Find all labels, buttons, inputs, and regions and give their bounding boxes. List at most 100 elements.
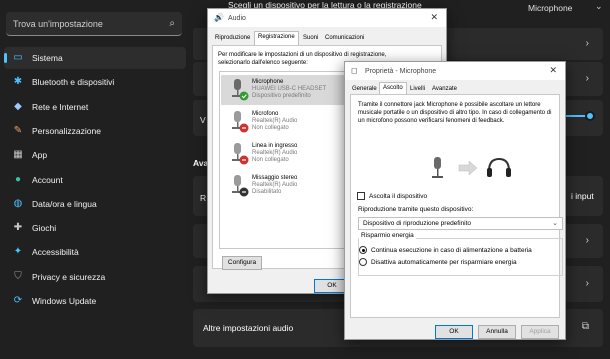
radio-disable[interactable]: Disattiva automaticamente per risparmiar… (359, 258, 517, 266)
sidebar-item-label: Personalizzazione (32, 125, 101, 136)
audio-dialog-titlebar[interactable]: 🔊 Audio ✕ (208, 9, 446, 27)
chevron-right-icon: › (585, 235, 589, 246)
sidebar-item-label: App (32, 150, 48, 161)
device-item[interactable]: Missaggio stereo Realtek(R) Audio Disabili… (221, 171, 360, 201)
energy-title: Risparmio energia (359, 232, 416, 239)
speaker-icon: 🔊 (214, 13, 224, 22)
cancel-button[interactable]: Annulla (478, 325, 516, 339)
sidebar-item-label: Data/ora e lingua (32, 198, 97, 209)
listen-checkbox-label: Ascolta il dispositivo (369, 192, 428, 200)
properties-dialog: ◻ Proprietà - Microphone ✕ Generale Ascol… (344, 61, 566, 340)
selected-input-device[interactable]: Microphone (528, 3, 572, 13)
advanced-section-heading: Ava (193, 158, 209, 168)
sidebar-item-label: Accessibilità (32, 247, 79, 258)
microphone-icon (232, 175, 249, 197)
properties-title: Proprietà - Microphone (365, 67, 437, 75)
device-item[interactable]: Microfono Realtek(R) Audio Non collegato (221, 107, 360, 137)
sidebar-item-label: Rete e Internet (32, 101, 89, 112)
tab-registrazione[interactable]: Registrazione (254, 31, 299, 45)
chevron-right-icon: › (585, 278, 589, 289)
sidebar-item-label: Privacy e sicurezza (32, 271, 106, 282)
wifi-icon: ◆ (14, 100, 22, 112)
sidebar-item-personalizzazione[interactable]: ✎ Personalizzazione (4, 120, 186, 142)
check-badge-icon (239, 91, 249, 101)
radio-disable-label: Disattiva automaticamente per risparmiar… (371, 258, 517, 266)
globe-icon: ◍ (13, 197, 23, 209)
altre-impostazioni-label[interactable]: Altre impostazioni audio (203, 323, 293, 333)
search-placeholder: Trova un'impostazione (13, 19, 103, 29)
listen-checkbox[interactable]: Ascolta il dispositivo (357, 192, 427, 200)
pen-icon: ✎ (13, 124, 23, 136)
device-status: Dispositivo predefinito (252, 93, 311, 99)
sidebar-item-bluetooth-e-dispositivi[interactable]: ✱ Bluetooth e dispositivi (4, 71, 186, 93)
device-item[interactable]: Linea in ingresso Realtek(R) Audio Non col… (221, 139, 360, 169)
accessibility-icon: ✦ (13, 246, 23, 258)
device-status: Non collegato (252, 157, 289, 163)
sidebar-item-accessibilit[interactable]: ✦ Accessibilità (4, 241, 186, 263)
search-input[interactable]: Trova un'impostazione ⌕ (6, 12, 182, 36)
update-icon: ⟳ (13, 295, 23, 306)
apps-icon: ▦ (13, 149, 23, 161)
input-link[interactable]: i input (571, 191, 594, 201)
radio-button[interactable] (359, 246, 367, 254)
energy-groupbox (358, 238, 563, 276)
row-r-label: R (200, 193, 207, 203)
playback-device-label: Riproduzione tramite questo dispositivo: (358, 206, 474, 213)
listen-illustration (432, 157, 511, 178)
configure-button[interactable]: Configura (222, 256, 262, 270)
playback-device-select[interactable]: Dispositivo di riproduzione predefinito … (358, 217, 563, 230)
chevron-down-icon: ⌄ (552, 220, 558, 227)
radio-button[interactable] (359, 258, 367, 266)
sidebar-item-privacy-e-sicurezza[interactable]: ⛉ Privacy e sicurezza (4, 266, 186, 288)
device-list[interactable]: Microphone HUAWEI USB-C HEADSET Dispositiv… (219, 71, 360, 249)
settings-sidebar: Trova un'impostazione ⌕ ▭ Sistema ✱ Bluetoo… (0, 0, 192, 359)
microphone-icon (232, 143, 249, 165)
slider-thumb[interactable] (585, 111, 595, 121)
microphone-icon (232, 111, 249, 133)
ok-button[interactable]: OK (435, 325, 473, 339)
shield-icon: ⛉ (14, 270, 22, 282)
sidebar-item-label: Sistema (32, 53, 63, 63)
sidebar-item-windows-update[interactable]: ⟳ Windows Update (4, 290, 186, 312)
volume-row-label: V (200, 115, 206, 125)
sidebar-item-data-ora-e-lingua[interactable]: ◍ Data/ora e lingua (4, 193, 186, 215)
tab-riproduzione[interactable]: Riproduzione (212, 33, 253, 45)
chevron-right-icon: › (585, 73, 589, 84)
sidebar-item-giochi[interactable]: ✚ Giochi (4, 217, 186, 239)
device-status: Disabilitato (252, 189, 282, 195)
listen-tab-panel: Tramite il connettore jack Microphone è … (350, 94, 563, 318)
sidebar-item-rete-e-internet[interactable]: ◆ Rete e Internet (4, 96, 186, 118)
microphone-icon (432, 157, 443, 178)
chevron-down-icon[interactable]: ⌄ (595, 1, 603, 12)
audio-dialog-title: Audio (228, 14, 246, 22)
tab-suoni[interactable]: Suoni (300, 33, 321, 45)
listen-description: Tramite il connettore jack Microphone è … (358, 102, 552, 124)
radio-continue[interactable]: Continua esecuzione in caso di alimentaz… (359, 246, 532, 254)
gamepad-icon: ✚ (13, 222, 23, 234)
monitor-icon: ▭ (13, 52, 23, 63)
tab-comunicazioni[interactable]: Comunicazioni (322, 33, 367, 45)
sidebar-item-label: Account (32, 174, 63, 185)
close-icon[interactable]: ✕ (430, 12, 438, 23)
sidebar-item-label: Giochi (32, 223, 57, 234)
sidebar-item-app[interactable]: ▦ App (4, 144, 186, 166)
device-status: Non collegato (252, 125, 289, 131)
audio-dialog-tabs: Riproduzione Registrazione Suoni Comunicazi… (208, 31, 446, 45)
sidebar-item-account[interactable]: ● Account (4, 169, 186, 191)
settings-icon: ◻ (351, 66, 358, 75)
apply-button[interactable]: Applica (521, 325, 559, 339)
checkbox-box[interactable] (357, 192, 365, 200)
properties-titlebar[interactable]: ◻ Proprietà - Microphone ✕ (345, 62, 565, 80)
close-icon[interactable]: ✕ (549, 65, 557, 76)
sidebar-item-label: Windows Update (32, 296, 97, 306)
headphones-icon (487, 157, 511, 177)
volume-slider[interactable] (563, 110, 595, 122)
arrow-right-icon (458, 160, 478, 176)
bluetooth-icon: ✱ (13, 76, 23, 88)
sidebar-item-sistema[interactable]: ▭ Sistema (4, 47, 186, 69)
device-item[interactable]: Microphone HUAWEI USB-C HEADSET Dispositiv… (221, 75, 360, 105)
sidebar-item-label: Bluetooth e dispositivi (32, 77, 115, 88)
external-link-icon: ⧉ (581, 321, 589, 332)
account-icon: ● (14, 173, 22, 185)
radio-continue-label: Continua esecuzione in caso di alimentaz… (371, 246, 532, 254)
